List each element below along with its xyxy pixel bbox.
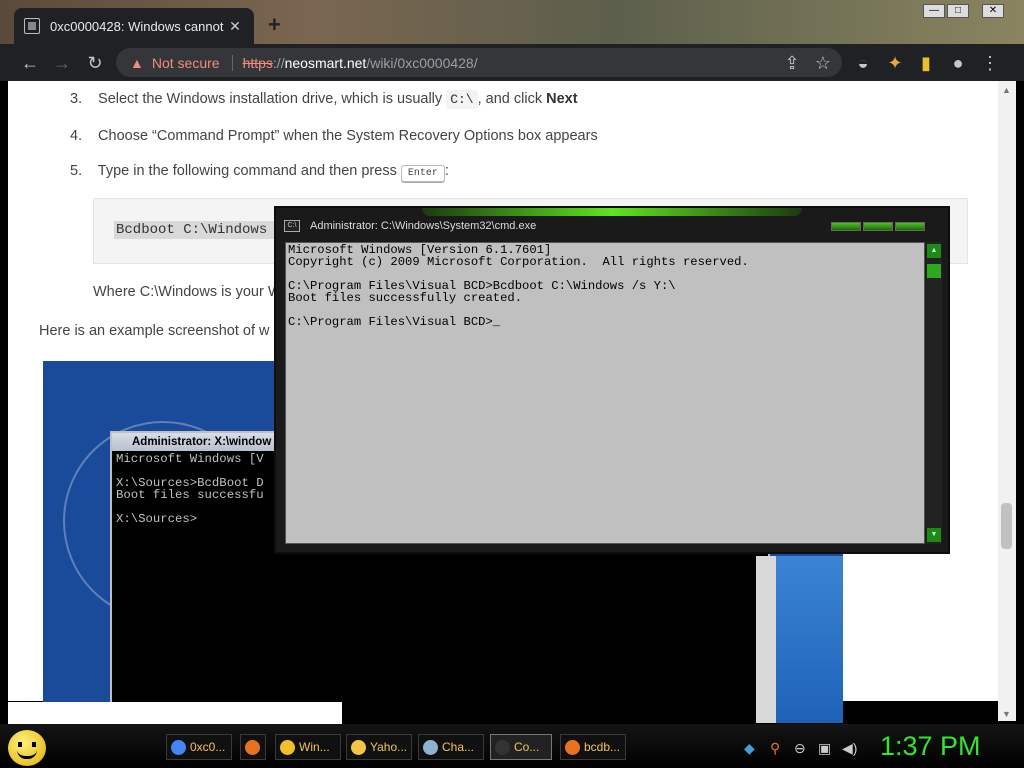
start-smiley-icon[interactable] xyxy=(8,730,46,766)
taskbar-item-label: bcdb... xyxy=(584,740,621,754)
cmd-window[interactable]: C:\ Administrator: C:\Windows\System32\c… xyxy=(274,206,950,554)
menu-kebab-icon[interactable]: ⋮ xyxy=(978,51,1002,75)
cmd-title-glow xyxy=(422,208,802,216)
page-bottom-strip xyxy=(8,702,342,724)
taskbar-app-icon xyxy=(423,739,438,755)
network-tray-icon[interactable]: ◆ xyxy=(744,740,755,757)
taskbar-clock[interactable]: 1:37 PM xyxy=(880,731,981,762)
warning-triangle-icon: ▲ xyxy=(130,54,144,71)
profile-avatar-icon[interactable]: ● xyxy=(946,51,970,75)
cmd-scrollbar[interactable]: ▲ ▼ xyxy=(926,242,942,544)
search-tray-icon[interactable]: ⚲ xyxy=(770,740,780,757)
cmd-scroll-thumb[interactable] xyxy=(927,264,941,278)
keyboard-key: Enter xyxy=(400,165,445,182)
taskbar-app-icon xyxy=(171,739,186,755)
cmd-close-button[interactable] xyxy=(895,222,925,231)
example-paragraph: Here is an example screenshot of w xyxy=(39,323,270,339)
step-text: Select the Windows installation drive, w… xyxy=(98,91,443,107)
window-minimize-button[interactable]: — xyxy=(923,4,945,18)
address-bar[interactable]: ▲ Not secure https://neosmart.net/wiki/0… xyxy=(116,48,842,77)
volume-tray-icon[interactable]: ◀) xyxy=(842,740,857,757)
scrollbar-thumb[interactable] xyxy=(1001,503,1012,549)
step-number: 4. xyxy=(70,128,83,144)
step-text: Type in the following command and then p… xyxy=(97,163,397,179)
forward-arrow-icon[interactable]: → xyxy=(50,51,74,75)
page-scrollbar[interactable]: ▲ ▼ xyxy=(998,81,1016,721)
taskbar-item-label: 0xc0... xyxy=(190,740,226,754)
display-tray-icon[interactable]: ▣ xyxy=(818,740,831,757)
taskbar-app-icon xyxy=(495,739,510,755)
taskbar-app-icon xyxy=(280,739,295,755)
url-path: /wiki/0xc0000428/ xyxy=(366,54,478,71)
taskbar-app-icon xyxy=(351,739,366,755)
extensions-puzzle-icon[interactable]: ✦ xyxy=(883,51,907,75)
cmd-console[interactable]: Microsoft Windows [Version 6.1.7601] Cop… xyxy=(285,242,925,544)
cmd-titlebar[interactable]: C:\ Administrator: C:\Windows\System32\c… xyxy=(284,220,536,232)
cmd-scroll-down-icon[interactable]: ▼ xyxy=(927,528,941,542)
address-separator xyxy=(231,54,233,71)
taskbar-app-icon xyxy=(245,739,260,755)
cmd-output: Microsoft Windows [Version 6.1.7601] Cop… xyxy=(288,243,749,329)
url-host: neosmart.net xyxy=(284,54,367,71)
list-item-step-4: 4. Choose “Command Prompt” when the Syst… xyxy=(70,128,598,144)
window-close-button[interactable]: ✕ xyxy=(982,4,1004,18)
sidepanel-icon[interactable]: ▮ xyxy=(914,51,938,75)
bookmark-star-icon[interactable]: ☆ xyxy=(811,51,835,75)
taskbar-item[interactable] xyxy=(240,734,266,760)
where-paragraph: Where C:\Windows is your W xyxy=(93,284,282,300)
example-gap xyxy=(756,556,776,723)
page-favicon-icon xyxy=(24,18,40,34)
step-bold: Next xyxy=(546,91,578,107)
step-number: 5. xyxy=(70,163,83,179)
smiley-mouth xyxy=(17,750,37,759)
cmd-minimize-button[interactable] xyxy=(831,222,861,231)
step-text-post: , and click xyxy=(477,91,543,107)
smiley-eyes xyxy=(18,742,36,747)
browser-titlebar: 0xc0000428: Windows cannot ve ✕ + — □ ✕ xyxy=(0,0,1024,44)
list-item-step-5: 5. Type in the following command and the… xyxy=(70,163,449,182)
new-tab-button[interactable]: + xyxy=(268,12,281,38)
taskbar-item[interactable]: Co... xyxy=(490,734,552,760)
extension-flag-icon[interactable]: ◒ xyxy=(851,51,875,75)
taskbar-app-icon xyxy=(565,739,580,755)
back-arrow-icon[interactable]: ← xyxy=(18,51,42,75)
window-maximize-button[interactable]: □ xyxy=(947,4,969,18)
scroll-down-icon[interactable]: ▼ xyxy=(1002,709,1011,719)
taskbar-item-label: Cha... xyxy=(442,740,475,754)
step-number: 3. xyxy=(70,91,83,107)
list-item-step-3: 3. Select the Windows installation drive… xyxy=(70,90,578,109)
cmd-maximize-button[interactable] xyxy=(863,222,893,231)
taskbar-item[interactable]: Win... xyxy=(275,734,341,760)
taskbar-item[interactable]: 0xc0... xyxy=(166,734,232,760)
scroll-up-icon[interactable]: ▲ xyxy=(1002,85,1011,95)
url-scheme: https xyxy=(242,54,273,71)
step-text: Choose “Command Prompt” when the System … xyxy=(98,128,598,144)
tab-title: 0xc0000428: Windows cannot ve xyxy=(50,18,226,34)
tab-close-icon[interactable]: ✕ xyxy=(226,18,244,35)
share-icon[interactable]: ⇪ xyxy=(780,51,804,75)
security-status[interactable]: Not secure xyxy=(152,55,220,71)
cmd-app-icon: C:\ xyxy=(284,220,300,232)
url-scheme-sep: :// xyxy=(272,54,285,71)
example-right-panel xyxy=(776,556,843,723)
cmd-title-text: Administrator: C:\Windows\System32\cmd.e… xyxy=(310,220,537,232)
taskbar-item[interactable]: Cha... xyxy=(418,734,484,760)
taskbar-item[interactable]: Yaho... xyxy=(346,734,412,760)
browser-toolbar: ← → ↻ ▲ Not secure https://neosmart.net /… xyxy=(0,44,1024,81)
inline-code: C:\ xyxy=(446,90,478,109)
taskbar-item-label: Yaho... xyxy=(370,740,408,754)
cmd-scroll-up-icon[interactable]: ▲ xyxy=(927,244,941,258)
minus-circle-tray-icon[interactable]: ⊖ xyxy=(794,740,806,757)
tab-active[interactable]: 0xc0000428: Windows cannot ve ✕ xyxy=(14,8,254,44)
taskbar-item-label: Co... xyxy=(514,740,540,754)
taskbar-item-label: Win... xyxy=(299,740,330,754)
cmd-window-controls xyxy=(831,222,925,231)
step-text-post: : xyxy=(444,163,449,179)
reload-icon[interactable]: ↻ xyxy=(83,51,107,75)
taskbar-item[interactable]: bcdb... xyxy=(560,734,626,760)
